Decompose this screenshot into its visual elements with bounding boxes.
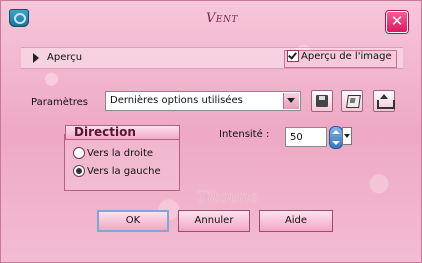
window-title: Vent (206, 11, 238, 26)
watermark-text: Titoune (197, 187, 259, 206)
reset-preset-button[interactable] (373, 90, 395, 112)
help-button[interactable]: Aide (259, 210, 333, 232)
radio-right[interactable]: Vers la droite (73, 147, 153, 161)
save-preset-button[interactable] (311, 90, 333, 112)
title-bar[interactable]: Vent ✕ (1, 1, 421, 37)
direction-group (64, 134, 180, 191)
close-button[interactable]: ✕ (386, 11, 408, 33)
preview-image-checkbox[interactable] (287, 49, 299, 62)
floppy-disk-icon (316, 95, 328, 107)
radio-left-button[interactable] (73, 165, 85, 177)
parameters-select[interactable]: Dernières options utilisées (105, 91, 301, 111)
close-icon: ✕ (390, 12, 404, 30)
radio-left-label: Vers la gauche (87, 165, 161, 177)
dialog-window: Vent ✕ Aperçu Aperçu de l'image Paramètr… (0, 0, 422, 263)
reset-arrow-icon (380, 94, 388, 99)
random-preset-button[interactable] (341, 90, 363, 112)
radio-right-label: Vers la droite (87, 147, 154, 159)
intensity-spinner-icon[interactable] (329, 126, 343, 149)
intensity-dropdown-icon[interactable] (342, 127, 352, 145)
preview-label[interactable]: Aperçu (47, 52, 82, 63)
parameters-label: Paramètres (31, 97, 89, 108)
preview-image-label: Aperçu de l'image (301, 51, 392, 62)
expand-triangle-icon[interactable] (33, 53, 39, 63)
tray-icon (377, 100, 395, 109)
ok-button[interactable]: OK (97, 210, 169, 232)
app-icon (9, 9, 29, 27)
chevron-down-icon[interactable] (283, 93, 299, 109)
intensity-label: Intensité : (219, 129, 270, 140)
cancel-button[interactable]: Annuler (178, 210, 250, 232)
dice-icon (346, 95, 361, 108)
parameters-select-value: Dernières options utilisées (110, 95, 243, 106)
radio-right-button[interactable] (73, 147, 85, 159)
direction-title: Direction (65, 125, 180, 140)
preview-image-checkbox-group[interactable]: Aperçu de l'image (284, 49, 397, 68)
intensity-input[interactable]: 50 (285, 127, 327, 147)
radio-left[interactable]: Vers la gauche (73, 165, 161, 179)
preview-section: Aperçu Aperçu de l'image (21, 47, 403, 69)
